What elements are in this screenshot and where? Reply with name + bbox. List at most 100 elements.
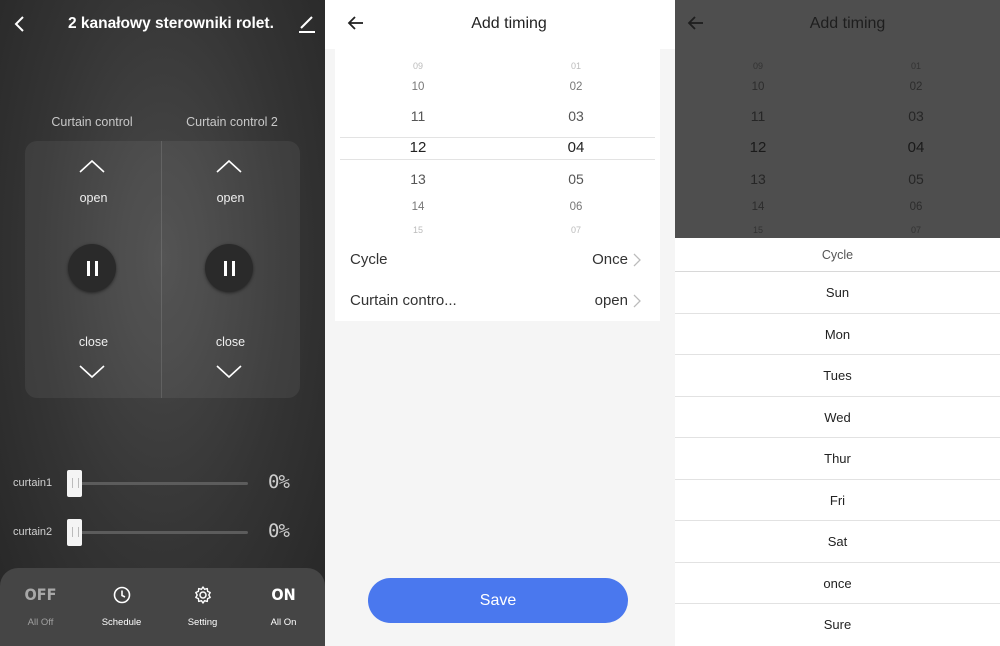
device-title: 2 kanałowy sterowniki rolet... [68,15,273,32]
cycle-option[interactable]: Thur [675,438,1000,480]
cycle-option[interactable]: Fri [675,480,1000,521]
minute-option: 01 [910,61,921,71]
minute-option: 02 [909,81,923,93]
minute-option-selected: 04 [907,139,925,156]
minute-wheel: 01 02 03 04 05 06 07 [886,49,946,239]
pause-icon [224,261,227,276]
chevron-right-icon [633,253,641,267]
pause-button[interactable] [68,244,116,292]
sheet-title: Cycle [675,238,1000,272]
minute-option: 03 [568,108,584,124]
cycle-action-sheet: Cycle Sun Mon Tues Wed Thur Fri Sat once… [675,238,1000,646]
minute-option: 06 [909,201,923,213]
minute-option: 03 [908,108,924,124]
minute-wheel[interactable]: 01 02 03 04 05 06 07 [546,49,606,239]
pause-button[interactable] [205,244,253,292]
hour-option: 10 [751,81,765,93]
setting-button[interactable]: Setting [162,568,243,646]
top-bar: Add timing [325,0,675,49]
open-arrow-icon[interactable] [215,158,243,174]
save-button[interactable]: Save [368,578,628,623]
channel-1-controls: open close [25,141,162,398]
cycle-option[interactable]: Sat [675,521,1000,563]
hour-option: 11 [750,108,766,124]
off-icon: OFF [24,585,57,604]
minute-option-selected: 04 [567,139,585,156]
clock-icon [81,584,162,606]
channel-2-controls: open close [162,141,299,398]
close-arrow-icon[interactable] [78,364,106,380]
bottom-toolbar: OFF All Off Schedule Setting ON All On [0,568,325,646]
slider-track[interactable] [68,482,248,485]
page-title: Add timing [809,15,886,32]
slider-value: 0% [268,471,290,493]
cycle-option[interactable]: Wed [675,397,1000,438]
cycle-option[interactable]: Sun [675,272,1000,314]
cycle-label: Cycle [350,251,388,268]
channel-1-label: Curtain control [51,115,133,129]
open-button[interactable]: open [25,191,162,205]
device-control-screen: 2 kanałowy sterowniki rolet... Curtain c… [0,0,325,646]
cycle-value: Once [592,251,628,268]
sure-button[interactable]: Sure [675,604,1000,646]
pause-icon [87,261,90,276]
minute-option: 01 [570,61,581,71]
slider-handle[interactable] [67,470,82,497]
hour-option: 09 [412,61,423,71]
time-picker[interactable]: 09 10 11 12 13 14 15 01 02 03 04 05 06 0… [335,49,660,239]
minute-option: 06 [569,201,583,213]
hour-option: 14 [751,201,765,213]
page-title: Add timing [471,15,547,32]
hour-option: 15 [752,225,763,235]
tab-label: Schedule [101,617,142,628]
slider-label: curtain1 [13,477,53,489]
channel-2-label: Curtain control 2 [186,115,278,129]
cycle-option[interactable]: Mon [675,314,1000,355]
hour-option: 11 [410,108,426,124]
cycle-option[interactable]: Tues [675,355,1000,397]
schedule-button[interactable]: Schedule [81,568,162,646]
curtain-control-panel: open close open close [25,141,300,398]
settings-list: Cycle Once Curtain contro... open [335,239,660,321]
curtain-control-value: open [594,292,628,309]
close-button[interactable]: close [162,335,299,349]
dimmed-background[interactable]: Add timing 09 10 11 12 13 14 15 01 02 03… [675,0,1000,238]
on-icon: ON [271,585,296,604]
chevron-right-icon [633,294,641,308]
all-off-button[interactable]: OFF All Off [0,568,81,646]
open-arrow-icon[interactable] [78,158,106,174]
back-icon[interactable] [12,12,28,36]
minute-option: 05 [568,171,584,187]
slider-label: curtain2 [13,526,53,538]
cycle-row[interactable]: Cycle Once [335,239,660,280]
tab-label: Setting [187,617,218,628]
curtain-control-row[interactable]: Curtain contro... open [335,280,660,321]
close-button[interactable]: close [25,335,162,349]
hour-option: 13 [410,171,426,187]
gear-icon [162,584,243,606]
all-on-button[interactable]: ON All On [243,568,324,646]
minute-option: 05 [908,171,924,187]
edit-icon[interactable] [297,14,317,34]
minute-option: 07 [570,225,581,235]
hour-option: 13 [750,171,766,187]
cycle-option[interactable]: once [675,563,1000,604]
hour-wheel: 09 10 11 12 13 14 15 [728,49,788,239]
hour-option: 14 [411,201,425,213]
hour-option: 09 [752,61,763,71]
slider-value: 0% [268,520,290,542]
tab-label: All On [270,617,297,628]
hour-option: 15 [412,225,423,235]
open-button[interactable]: open [162,191,299,205]
add-timing-screen: Add timing 09 10 11 12 13 14 15 01 02 03… [325,0,675,646]
close-arrow-icon[interactable] [215,364,243,380]
hour-wheel[interactable]: 09 10 11 12 13 14 15 [388,49,448,239]
curtain1-slider-row: curtain1 0% [0,469,325,499]
minute-option: 02 [569,81,583,93]
slider-handle[interactable] [67,519,82,546]
slider-track[interactable] [68,531,248,534]
hour-option-selected: 12 [749,139,767,156]
curtain2-slider-row: curtain2 0% [0,518,325,548]
minute-option: 07 [910,225,921,235]
tab-label: All Off [27,617,54,628]
